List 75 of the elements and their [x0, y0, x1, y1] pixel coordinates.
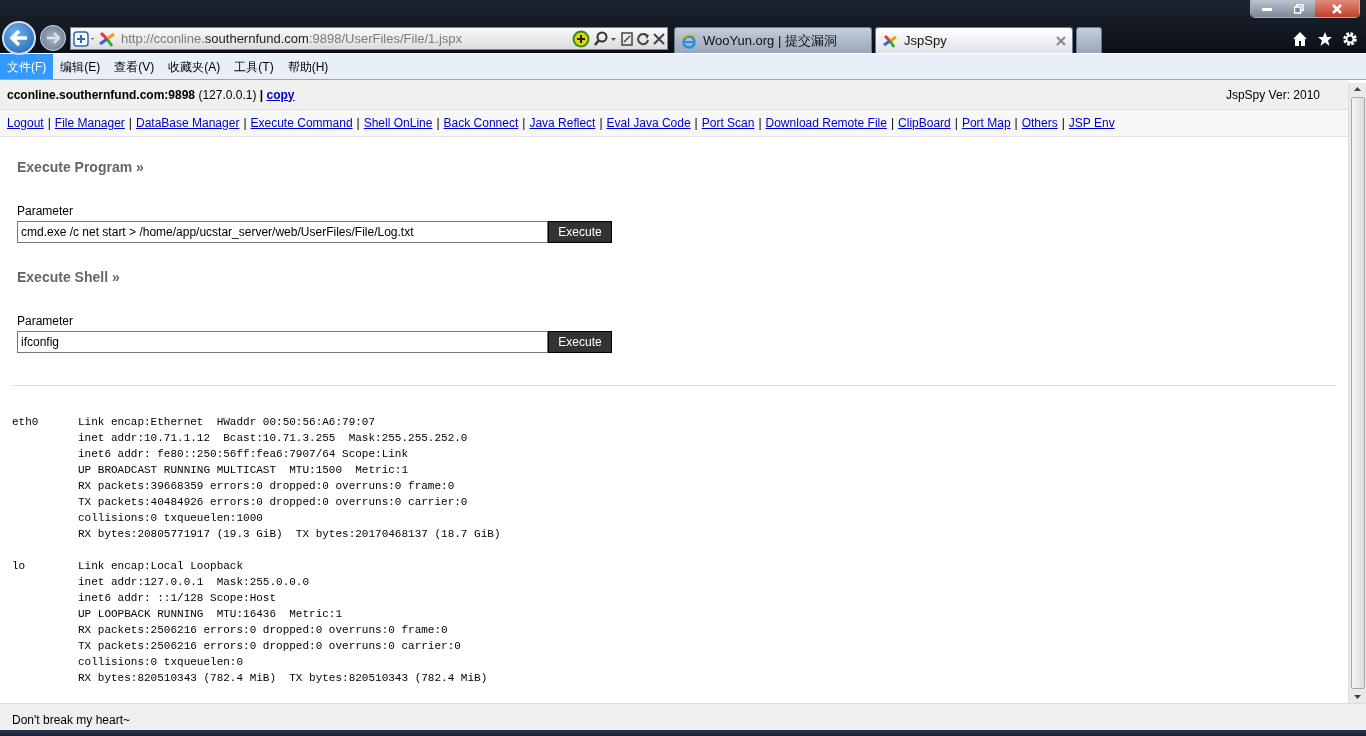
nav-link[interactable]: Execute Command	[250, 114, 353, 132]
nav-link[interactable]: ClipBoard	[898, 114, 951, 132]
menu-item[interactable]: 查看(V)	[107, 54, 162, 79]
nav-link[interactable]: Java Reflect	[529, 114, 596, 132]
nav-link[interactable]: DataBase Manager	[136, 114, 240, 132]
tab-label: WooYun.org | 提交漏洞	[703, 31, 838, 50]
ie-logo-icon	[681, 32, 697, 49]
back-button[interactable]	[2, 21, 36, 55]
close-icon	[1332, 3, 1342, 14]
nav-link[interactable]: JSP Env	[1068, 114, 1115, 132]
menu-item[interactable]: 编辑(E)	[53, 54, 108, 79]
nav-link[interactable]: Eval Java Code	[606, 114, 691, 132]
link-separator: |	[522, 115, 526, 132]
nav-link[interactable]: Back Connect	[443, 114, 519, 132]
link-separator: |	[47, 115, 51, 132]
scrollbar[interactable]	[1348, 83, 1366, 703]
forward-button[interactable]	[40, 25, 66, 51]
copy-link[interactable]: copy	[266, 87, 295, 102]
menu-item[interactable]: 工具(T)	[227, 54, 281, 79]
home-icon[interactable]	[1292, 31, 1308, 47]
execute-button[interactable]: Execute	[548, 221, 612, 243]
footer-text: Don't break my heart~	[0, 703, 1366, 730]
link-separator: |	[599, 115, 603, 132]
link-separator: |	[1061, 115, 1065, 132]
link-separator: |	[758, 115, 762, 132]
link-separator: |	[694, 115, 698, 132]
browser-tab[interactable]: WooYun.org | 提交漏洞	[674, 27, 872, 53]
tab-label: JspSpy	[904, 31, 948, 50]
link-separator: |	[128, 115, 132, 132]
command-output: eth0 Link encap:Ethernet HWaddr 00:50:56:A6:79:07 inet addr:10.71.1.12 Bcast:10.71.3.255 Mask:255.255.252.0 inet6 addr: fe80::250:56ff:fea6:7907/64 Scope:Link UP BROADCAST RUNNING MULTICAST MTU:1500 Metric:1 RX packets:39668359 errors:0 dropped:0 overruns:0 frame:0 TX packets:40484926 errors:0 dropped:0 overruns:0 carrier:0 collisions:0 txqueuelen:1000 RX bytes:20805771917 (19.3 GiB) TX bytes:20170468137 (18.7 GiB) lo Link encap:Local Loopback inet addr:127.0.0.1 Mask:255.0.0.0 inet6 addr: ::1/128 Scope:Host UP LOOPBACK RUNNING MTU:16436 Metric:1 RX packets:2506216 errors:0 dropped:0 overruns:0 frame:0 TX packets:2506216 errors:0 dropped:0 overruns:0 carrier:0 collisions:0 txqueuelen:0 RX bytes:820510343 (782.4 MiB) TX bytes:820510343 (782.4 MiB)	[12, 415, 502, 686]
close-button[interactable]	[1315, 0, 1359, 17]
link-separator: |	[954, 115, 958, 132]
nav-link[interactable]: File Manager	[54, 114, 125, 132]
link-separator: |	[436, 115, 440, 132]
menu-item[interactable]: 帮助(H)	[280, 54, 336, 79]
nav-link[interactable]: Download Remote File	[765, 114, 887, 132]
menu-item[interactable]: 收藏夹(A)	[161, 54, 228, 79]
search-icon	[591, 29, 619, 48]
restore-icon	[1294, 3, 1304, 14]
nav-link[interactable]: Others	[1021, 114, 1058, 132]
parameter-field[interactable]: ifconfig	[17, 331, 548, 353]
host-info: cconline.southernfund.com:9898 (127.0.0.1) | copy	[7, 86, 295, 104]
section-title: Execute Shell »	[17, 268, 121, 287]
nav-link[interactable]: Shell OnLine	[363, 114, 433, 132]
scroll-thumb[interactable]	[1350, 97, 1365, 689]
version-text: JspSpy Ver: 2010	[1225, 86, 1320, 104]
star-icon[interactable]	[1317, 31, 1333, 47]
shield-plus-icon	[71, 29, 97, 48]
parameter-label: Parameter	[17, 313, 75, 330]
link-separator: |	[1014, 115, 1018, 132]
pinwheel-icon	[882, 32, 898, 49]
new-tab-button[interactable]	[1076, 27, 1102, 53]
compat-view-icon	[619, 29, 635, 48]
minimize-icon	[1262, 6, 1272, 11]
execute-button[interactable]: Execute	[548, 331, 612, 353]
add-circle-icon	[571, 29, 591, 48]
nav-link[interactable]: Port Scan	[701, 114, 755, 132]
address-text: http://cconline.southernfund.com:9898/UserFiles/File/1.jspx	[120, 29, 464, 48]
nav-link[interactable]: Logout	[7, 114, 44, 132]
link-separator: |	[890, 115, 895, 132]
address-field[interactable]: http://cconline.southernfund.com:9898/UserFiles/File/1.jspx	[70, 27, 668, 50]
pinwheel-icon	[97, 29, 117, 48]
back-arrow-icon	[10, 30, 28, 46]
forward-arrow-icon	[46, 32, 60, 44]
parameter-label: Parameter	[17, 203, 75, 220]
close-tab-icon[interactable]	[1056, 35, 1066, 46]
parameter-field[interactable]: cmd.exe /c net start > /home/app/ucstar_server/web/UserFiles/File/Log.txt	[17, 221, 548, 243]
maximize-button[interactable]	[1283, 0, 1315, 17]
nav-link[interactable]: Port Map	[961, 114, 1011, 132]
settings-icon[interactable]	[1342, 31, 1358, 47]
link-separator: |	[356, 115, 360, 132]
link-separator: |	[243, 115, 247, 132]
browser-tab[interactable]: JspSpy	[875, 27, 1073, 53]
section-title: Execute Program »	[17, 158, 145, 177]
minimize-button[interactable]	[1251, 0, 1283, 17]
